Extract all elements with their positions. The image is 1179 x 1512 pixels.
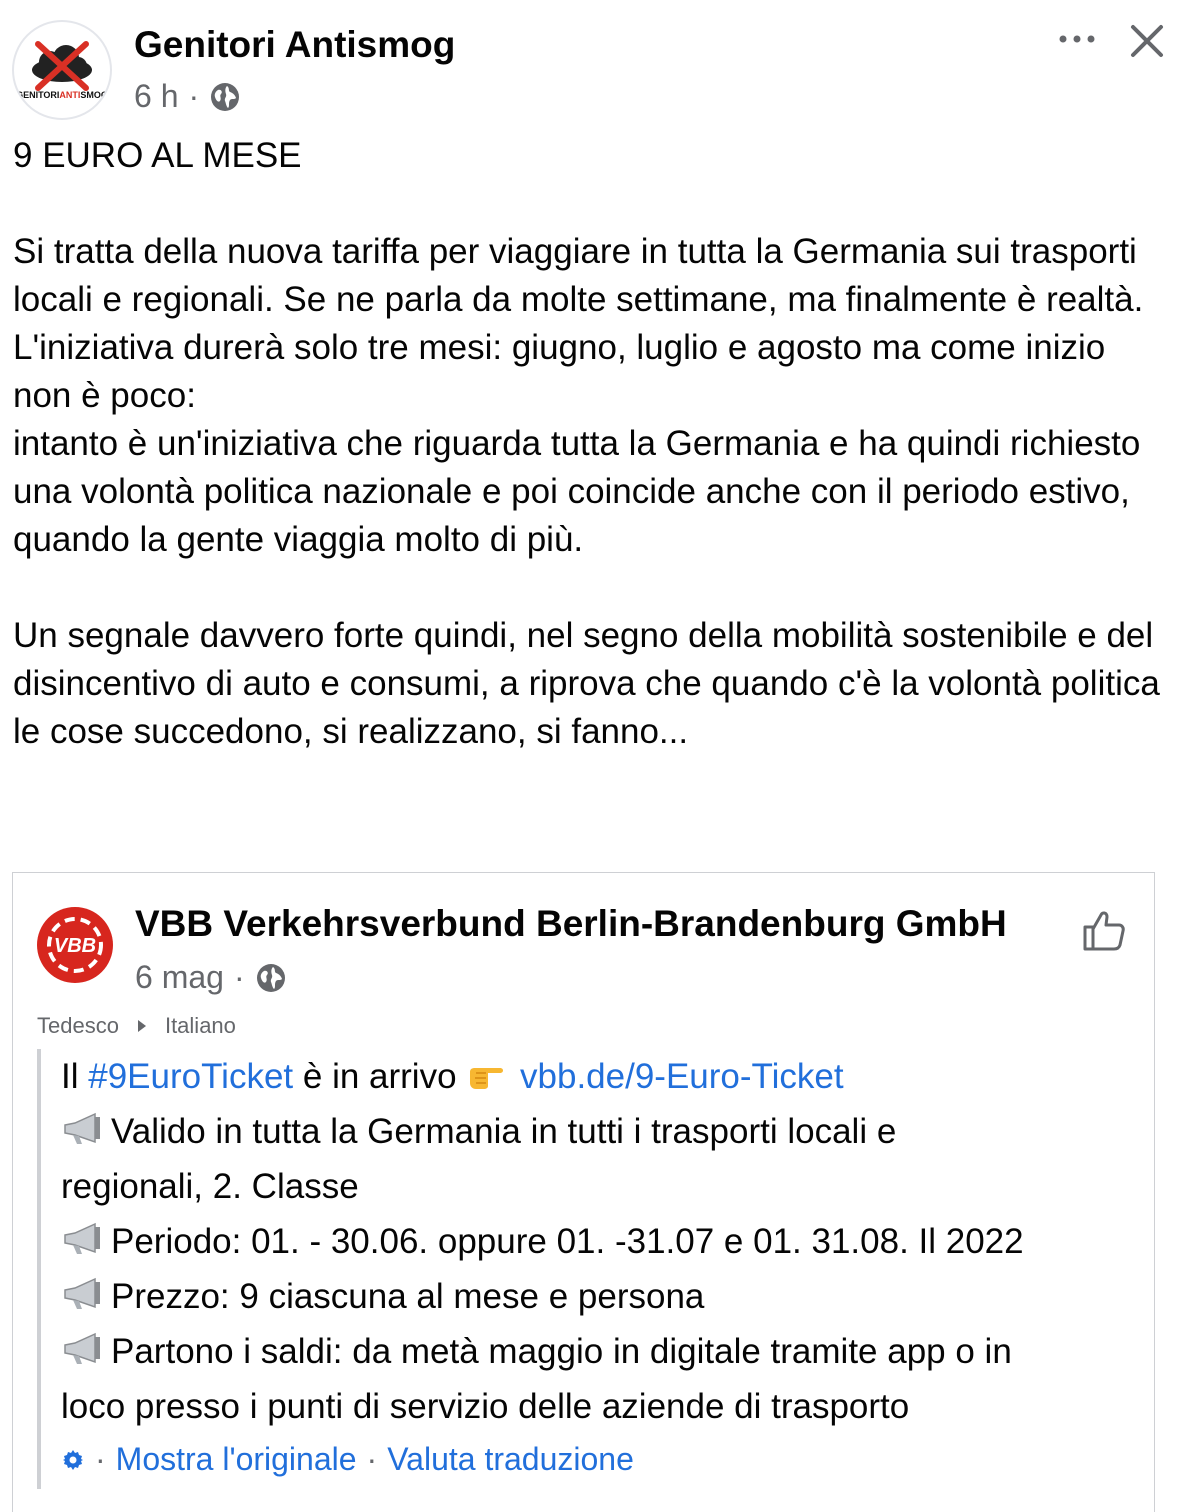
megaphone-icon: [64, 1277, 100, 1309]
bullet-continuation: regionali, 2. Classe: [61, 1167, 359, 1206]
like-page-icon[interactable]: [1081, 907, 1127, 953]
page-avatar[interactable]: GENITORIANTISMOG: [12, 20, 112, 120]
megaphone-icon: [64, 1112, 100, 1144]
post-header: GENITORIANTISMOG Genitori Antismog 6 h ·: [0, 0, 1179, 130]
footer-separator: ·: [95, 1441, 106, 1477]
vbb-logo-icon[interactable]: VBB: [37, 907, 113, 983]
show-original-link[interactable]: Mostra l'originale: [116, 1441, 357, 1478]
arrow-right-icon: [137, 1020, 146, 1032]
post-paragraph: intanto è un'iniziativa che riguarda tut…: [13, 424, 1141, 559]
shared-author-name[interactable]: VBB Verkehrsverbund Berlin-Brandenburg G…: [135, 903, 1007, 945]
translation-languages: Tedesco Italiano: [37, 1013, 236, 1039]
shared-post-text: Il #9EuroTicket è in arrivo vbb.de/9-Eur…: [61, 1049, 1141, 1434]
pointing-finger-emoji-icon: [470, 1068, 504, 1089]
avatar-wordmark: GENITORIANTISMOG: [16, 90, 108, 100]
author-name[interactable]: Genitori Antismog: [134, 24, 455, 66]
post-time[interactable]: 6 h: [134, 78, 178, 115]
meta-separator: ·: [233, 959, 245, 995]
post-paragraph: Si tratta della nuova tariffa per viaggi…: [13, 232, 1144, 319]
close-icon[interactable]: [1128, 22, 1166, 60]
svg-text:VBB: VBB: [54, 935, 96, 957]
post-body: 9 EURO AL MESE Si tratta della nuova tar…: [13, 132, 1173, 756]
translation-footer: · Mostra l'originale · Valuta traduzione: [61, 1441, 634, 1478]
meta-separator: ·: [188, 78, 200, 114]
shared-time[interactable]: 6 mag: [135, 959, 224, 996]
gear-icon[interactable]: [61, 1448, 85, 1472]
bullet-continuation: loco presso i punti di servizio delle az…: [61, 1387, 910, 1426]
source-language: Tedesco: [37, 1013, 119, 1038]
shared-meta: 6 mag ·: [135, 959, 287, 996]
quote-bar: [37, 1049, 41, 1489]
post-paragraph: Un segnale davvero forte quindi, nel seg…: [13, 616, 1160, 751]
text-line: Il #9EuroTicket è in arrivo vbb.de/9-Eur…: [61, 1057, 844, 1096]
globe-icon: [211, 82, 240, 111]
megaphone-icon: [64, 1332, 100, 1364]
hashtag-link[interactable]: #9EuroTicket: [88, 1057, 293, 1096]
more-dots-icon[interactable]: [1055, 24, 1099, 54]
post-paragraph: 9 EURO AL MESE: [13, 136, 302, 175]
target-language: Italiano: [164, 1013, 236, 1038]
bullet-line: Partono i saldi: da metà maggio in digit…: [61, 1324, 1141, 1379]
post-paragraph: L'iniziativa durerà solo tre mesi: giugn…: [13, 328, 1106, 415]
footer-separator: ·: [366, 1441, 378, 1477]
ticket-link[interactable]: vbb.de/9-Euro-Ticket: [520, 1057, 844, 1096]
rate-translation-link[interactable]: Valuta traduzione: [387, 1441, 634, 1478]
bullet-line: Valido in tutta la Germania in tutti i t…: [61, 1104, 1141, 1159]
globe-icon: [256, 963, 285, 992]
shared-post-card[interactable]: VBB VBB Verkehrsverbund Berlin-Brandenbu…: [12, 872, 1155, 1512]
post-meta: 6 h ·: [134, 78, 241, 115]
bullet-line: Prezzo: 9 ciascuna al mese e persona: [61, 1269, 1141, 1324]
bullet-line: Periodo: 01. - 30.06. oppure 01. -31.07 …: [61, 1214, 1141, 1269]
megaphone-icon: [64, 1222, 100, 1254]
smog-cloud-logo-icon: [32, 41, 92, 91]
